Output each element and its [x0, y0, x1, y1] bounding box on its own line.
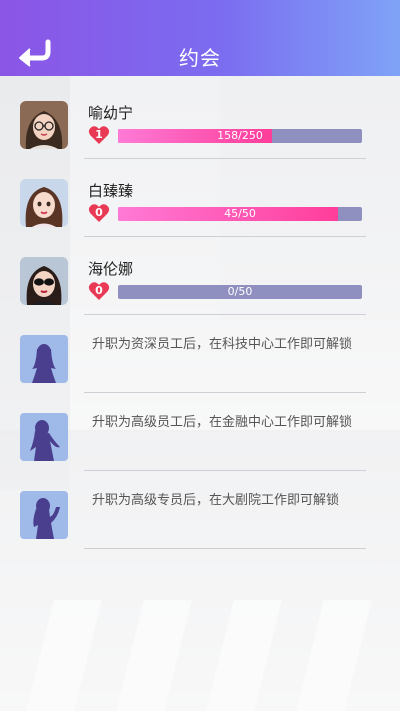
affection-level: 0 [95, 206, 103, 219]
avatar-sunglasses-girl-icon [20, 257, 68, 305]
character-name: 喻幼宁 [88, 104, 134, 122]
unlock-condition-text: 升职为高级专员后，在大剧院工作即可解锁 [92, 493, 340, 508]
avatar [20, 179, 68, 227]
avatar-glasses-girl-icon [20, 101, 68, 149]
unlock-condition-text: 升职为高级员工后，在金融中心工作即可解锁 [92, 415, 353, 430]
affection-progress-bar: 45/50 [118, 207, 362, 221]
affection-progress-bar: 158/250 [118, 129, 362, 143]
locked-silhouette-icon [20, 491, 68, 539]
progress-text: 158/250 [217, 129, 263, 142]
locked-silhouette-icon [20, 413, 68, 461]
affection-level: 1 [95, 128, 103, 141]
unlock-condition-text: 升职为资深员工后，在科技中心工作即可解锁 [92, 337, 353, 352]
locked-character-row[interactable]: 升职为高级专员后，在大剧院工作即可解锁 [0, 471, 400, 549]
character-row[interactable]: 喻幼宁 1 158/250 [0, 81, 400, 159]
character-row[interactable]: 海伦娜 0 0/50 [0, 237, 400, 315]
character-name: 海伦娜 [88, 260, 134, 278]
affection-progress-bar: 0/50 [118, 285, 362, 299]
locked-character-row[interactable]: 升职为资深员工后，在科技中心工作即可解锁 [0, 315, 400, 393]
locked-character-row[interactable]: 升职为高级员工后，在金融中心工作即可解锁 [0, 393, 400, 471]
header-bar: 约会 [0, 0, 400, 76]
locked-silhouette-icon [20, 335, 68, 383]
progress-text: 0/50 [227, 285, 253, 298]
character-row[interactable]: 白臻臻 0 45/50 [0, 159, 400, 237]
affection-level: 0 [95, 284, 103, 297]
character-name: 白臻臻 [88, 182, 134, 200]
page-title: 约会 [179, 46, 221, 70]
progress-text: 45/50 [224, 207, 256, 220]
avatar [20, 101, 68, 149]
avatar [20, 257, 68, 305]
avatar-long-hair-girl-icon [20, 179, 68, 227]
